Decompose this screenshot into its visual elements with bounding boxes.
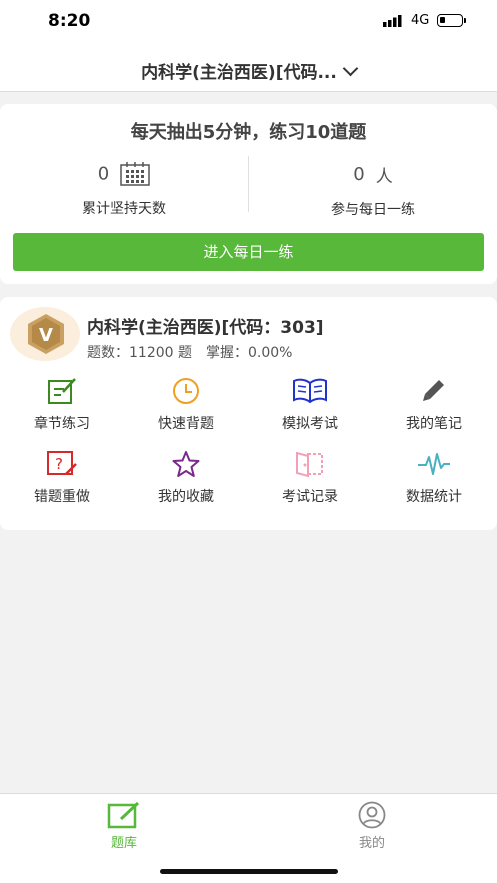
subject-name: 内科学(主治西医)[代码：303] [87,318,324,338]
battery-icon [437,14,466,27]
tab-label: 题库 [110,836,137,851]
feature-label: 考试记录 [282,489,338,505]
question-icon: ? [47,451,77,475]
days-value: 0 [97,163,110,185]
feature-label: 数据统计 [406,489,462,505]
network-type: 4G [411,13,430,28]
feature-label: 章节练习 [34,416,90,432]
feature-label: 我的收藏 [158,489,214,505]
subject-card: V 内科学(主治西医)[代码：303] 题数：11200 题掌握：0.00% 章… [0,297,497,530]
tab-question-bank[interactable]: 题库 [64,801,184,851]
tab-mine[interactable]: 我的 [312,801,432,851]
edit-icon [48,378,76,404]
people-label: 参与每日一练 [331,202,415,218]
vip-letter: V [39,325,53,346]
daily-slogan: 每天抽出5分钟，练习10道题 [130,122,367,143]
question-count: 题数：11200 题 [87,345,192,361]
feature-my-favorites[interactable]: 我的收藏 [124,450,248,506]
subject-info: 题数：11200 题掌握：0.00% [87,342,306,362]
feature-label: 快速背题 [158,416,214,432]
signal-icon [383,15,402,27]
pencil-icon [423,380,444,401]
vip-icon: V [28,314,64,354]
user-icon [358,801,386,829]
pulse-icon [418,453,450,475]
nav-header: 内科学(主治西医)[代码... [0,44,497,92]
tab-label: 我的 [358,836,385,851]
daily-practice-card: 每天抽出5分钟，练习10道题 0 累计坚持天数 0 人 参与每日一练 进入每日一… [0,104,497,284]
clock-icon [173,378,199,404]
feature-quick-review[interactable]: 快速背题 [124,377,248,433]
star-icon [172,451,200,477]
record-icon [296,451,323,478]
feature-label: 模拟考试 [282,416,338,432]
feature-chapter-practice[interactable]: 章节练习 [0,377,124,433]
stat-people: 0 人 参与每日一练 [249,162,497,219]
svg-text:?: ? [55,455,63,473]
enter-daily-practice-button[interactable]: 进入每日一练 [13,233,484,271]
people-value: 0 [353,164,365,185]
feature-wrong-redo[interactable]: ? 错题重做 [0,450,124,506]
page-title: 内科学(主治西医)[代码... [141,63,337,83]
status-time: 8:20 [48,11,91,31]
feature-exam-records[interactable]: 考试记录 [248,450,372,506]
feature-label: 错题重做 [34,489,90,505]
feature-statistics[interactable]: 数据统计 [372,450,496,506]
days-label: 累计坚持天数 [82,201,166,217]
edit-square-icon [107,801,140,829]
subject-selector[interactable]: 内科学(主治西医)[代码... [0,58,497,83]
home-indicator [160,869,338,874]
stat-days: 0 累计坚持天数 [0,162,248,218]
calendar-icon [120,162,151,186]
feature-mock-exam[interactable]: 模拟考试 [248,377,372,433]
feature-label: 我的笔记 [406,416,462,432]
feature-my-notes[interactable]: 我的笔记 [372,377,496,433]
status-bar: 8:20 4G [0,0,497,44]
book-icon [293,378,327,404]
chevron-down-icon [342,60,359,77]
vip-badge: V [10,307,80,361]
people-unit: 人 [375,167,393,187]
mastery-rate: 掌握：0.00% [206,345,293,361]
